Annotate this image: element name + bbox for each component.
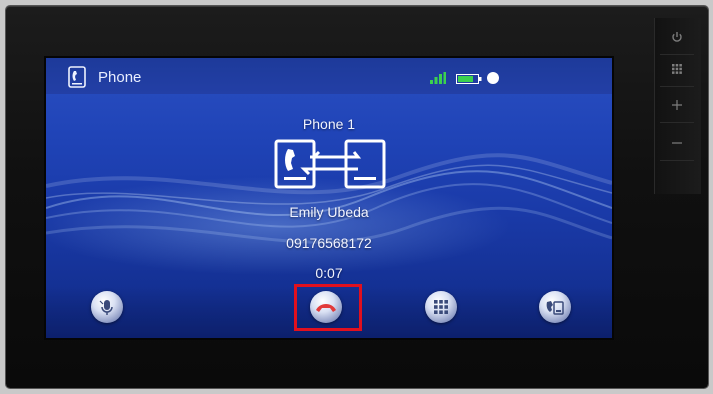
volume-up-icon[interactable] [660, 88, 694, 123]
end-call-highlight [294, 284, 362, 331]
menu-grid-icon[interactable] [660, 52, 694, 87]
switch-audio-button[interactable] [539, 291, 571, 323]
bluetooth-icon [487, 72, 499, 84]
keypad-button[interactable] [425, 291, 457, 323]
phone-transfer-icon [546, 301, 564, 315]
keypad-icon [434, 300, 448, 314]
microphone-icon [99, 300, 113, 315]
call-timer: 0:07 [315, 265, 343, 281]
phone-screen: Phone Phone 1 Emily Ubeda 09176568172 0:… [46, 58, 612, 338]
phone-app-icon [68, 66, 86, 88]
signal-icon [430, 72, 446, 84]
call-transfer-icon [274, 139, 386, 189]
app-title: Phone [98, 69, 142, 86]
battery-icon [456, 74, 482, 84]
status-bar: Phone [46, 58, 612, 94]
volume-down-icon[interactable] [660, 126, 694, 161]
caller-name: Emily Ubeda [289, 204, 369, 220]
power-icon[interactable] [660, 20, 694, 55]
device-label: Phone 1 [302, 116, 356, 132]
mute-button[interactable] [91, 291, 123, 323]
caller-number: 09176568172 [286, 235, 372, 251]
